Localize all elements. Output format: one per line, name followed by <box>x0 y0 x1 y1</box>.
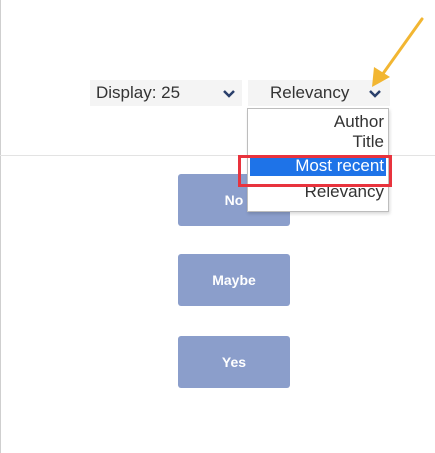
arrow-icon <box>372 17 424 87</box>
display-count-label: Display: 25 <box>96 83 181 102</box>
sort-option-title[interactable]: Title <box>250 132 386 152</box>
annotation-highlight-box <box>238 155 392 187</box>
display-count-select[interactable]: Display: 25 <box>90 80 242 106</box>
sort-option-author[interactable]: Author <box>250 112 386 132</box>
yes-button[interactable]: Yes <box>178 336 290 388</box>
left-border <box>0 0 1 453</box>
sort-label: Relevancy <box>270 83 350 102</box>
maybe-button[interactable]: Maybe <box>178 254 290 306</box>
chevron-down-icon <box>222 80 236 106</box>
